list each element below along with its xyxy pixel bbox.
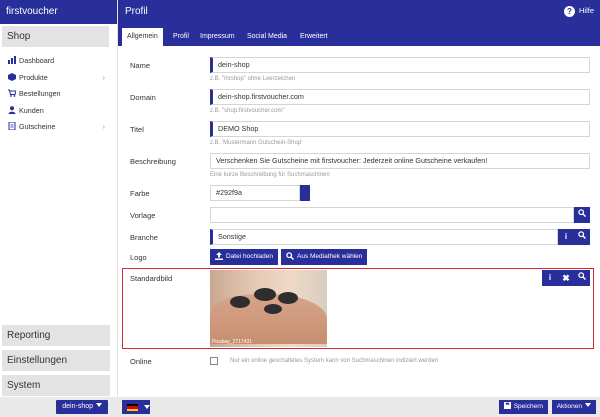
sidebar-bottom-sections: Reporting Einstellungen System xyxy=(0,321,118,396)
chevron-right-icon: › xyxy=(102,122,105,131)
german-flag-icon xyxy=(127,404,138,411)
sidebar-nav: Dashboard Produkte › Bestellungen Kunden… xyxy=(0,53,117,136)
sidebar-item-label: Produkte xyxy=(19,72,48,82)
image-stone xyxy=(264,304,282,314)
name-field[interactable]: dein-shop xyxy=(210,57,590,73)
sidebar-item-kunden[interactable]: Kunden xyxy=(0,103,117,120)
sidebar-item-bestellungen[interactable]: Bestellungen xyxy=(0,86,117,103)
main-footer: Speichern Aktionen xyxy=(118,397,600,417)
language-select-button[interactable] xyxy=(122,400,150,414)
search-icon xyxy=(578,209,587,218)
beschreibung-label: Beschreibung xyxy=(130,157,176,166)
domain-label: Domain xyxy=(130,93,156,102)
sidebar-item-label: Kunden xyxy=(19,105,44,115)
titel-field[interactable]: DEMO Shop xyxy=(210,121,590,137)
search-icon xyxy=(286,252,295,261)
vorlage-search-button[interactable] xyxy=(574,207,590,223)
sidebar-section-system[interactable]: System xyxy=(2,375,110,396)
sidebar-item-dashboard[interactable]: Dashboard xyxy=(0,53,117,70)
sidebar-item-label: Gutscheine xyxy=(19,122,56,131)
standardbild-info-button[interactable]: i xyxy=(542,270,558,286)
media-library-label: Aus Mediathek wählen xyxy=(297,253,363,260)
titel-label: Titel xyxy=(130,125,144,134)
upload-icon xyxy=(215,252,223,260)
sidebar-section-shop[interactable]: Shop xyxy=(2,26,109,47)
brand-logo[interactable]: firstvoucher xyxy=(0,0,117,24)
branche-field[interactable]: Sonstige xyxy=(210,229,558,245)
vorlage-field[interactable] xyxy=(210,207,574,223)
save-label: Speichern xyxy=(513,403,543,410)
main-panel: Profil ? Hilfe Allgemein Profil Impressum… xyxy=(118,0,600,417)
sidebar-item-gutscheine[interactable]: Gutscheine › xyxy=(0,119,117,136)
standardbild-image[interactable]: Pixabay_2717431 xyxy=(210,270,327,347)
cart-icon xyxy=(8,87,17,97)
app-root: firstvoucher Shop Dashboard Produkte › B… xyxy=(0,0,600,417)
upload-button[interactable]: Datei hochladen xyxy=(210,249,278,265)
info-icon: i xyxy=(548,273,552,282)
chevron-right-icon: › xyxy=(102,72,105,82)
user-icon xyxy=(8,104,16,114)
profile-form: Name dein-shop z.B. "ihrshop" ohne Leerz… xyxy=(118,0,600,417)
branche-info-button[interactable]: i xyxy=(558,229,574,245)
domain-hint: z.B. "shop.firstvoucher.com" xyxy=(210,108,285,114)
titel-hint: z.B. 'Mustermann Gutschein-Shop' xyxy=(210,140,303,146)
sidebar-section-reporting[interactable]: Reporting xyxy=(2,325,110,346)
dashboard-icon xyxy=(8,54,16,64)
farbe-field[interactable]: #292f9a xyxy=(210,185,300,201)
media-library-button[interactable]: Aus Mediathek wählen xyxy=(281,249,368,265)
caret-down-icon xyxy=(96,403,102,407)
logo-label: Logo xyxy=(130,253,147,262)
online-label: Online xyxy=(130,357,152,366)
close-icon: ✖ xyxy=(562,273,570,283)
domain-field[interactable]: dein-shop.firstvoucher.com xyxy=(210,89,590,105)
shop-select-button[interactable]: dein-shop xyxy=(56,400,108,414)
standardbild-highlight xyxy=(122,268,594,349)
floppy-icon xyxy=(503,402,511,409)
standardbild-remove-button[interactable]: ✖ xyxy=(558,270,574,286)
image-stone xyxy=(230,296,250,308)
standardbild-search-button[interactable] xyxy=(574,270,590,286)
image-stone xyxy=(254,288,276,301)
search-icon xyxy=(578,231,587,240)
document-icon xyxy=(8,120,16,131)
actions-button[interactable]: Aktionen xyxy=(551,400,596,414)
beschreibung-field[interactable]: Verschenken Sie Gutscheine mit firstvouc… xyxy=(210,153,590,169)
sidebar-section-settings[interactable]: Einstellungen xyxy=(2,350,110,371)
branche-search-button[interactable] xyxy=(574,229,590,245)
sidebar-item-label: Dashboard xyxy=(19,56,55,65)
shop-select-label: dein-shop xyxy=(62,403,93,410)
search-icon xyxy=(578,272,587,281)
actions-label: Aktionen xyxy=(556,403,582,410)
upload-label: Datei hochladen xyxy=(226,253,273,260)
name-label: Name xyxy=(130,61,151,70)
online-hint: Nur ein online geschaltetes System kann … xyxy=(230,358,439,364)
online-checkbox[interactable] xyxy=(210,357,218,365)
sidebar-footer: dein-shop xyxy=(0,397,118,417)
name-hint: z.B. "ihrshop" ohne Leerzeichen xyxy=(210,76,296,82)
box-icon xyxy=(8,71,16,81)
image-caption: Pixabay_2717431 xyxy=(212,339,253,345)
sidebar-item-label: Bestellungen xyxy=(19,89,61,98)
color-swatch[interactable] xyxy=(300,185,310,201)
caret-down-icon xyxy=(585,403,591,407)
image-hand-shape xyxy=(210,294,327,344)
beschreibung-hint: Eine kurze Beschreibung für Suchmaschine… xyxy=(210,172,330,178)
farbe-label: Farbe xyxy=(130,189,150,198)
save-button[interactable]: Speichern xyxy=(498,400,548,414)
sidebar-item-produkte[interactable]: Produkte › xyxy=(0,70,117,87)
image-stone xyxy=(278,292,298,304)
standardbild-label: Standardbild xyxy=(130,274,173,283)
info-icon: i xyxy=(564,232,568,241)
vorlage-label: Vorlage xyxy=(130,211,156,220)
caret-down-icon xyxy=(144,405,150,409)
branche-label: Branche xyxy=(130,233,158,242)
sidebar: firstvoucher Shop Dashboard Produkte › B… xyxy=(0,0,118,417)
